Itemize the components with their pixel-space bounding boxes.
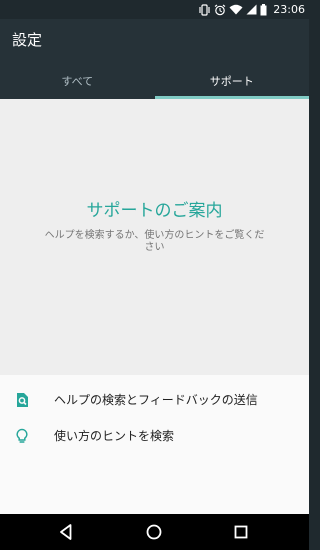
tab-support-label: サポート bbox=[209, 74, 254, 88]
list-item-tips[interactable]: 使い方のヒントを検索 bbox=[0, 418, 309, 454]
status-time: 23:06 bbox=[273, 3, 305, 16]
home-button[interactable] bbox=[144, 522, 164, 542]
wifi-icon bbox=[229, 4, 243, 15]
back-button[interactable] bbox=[56, 522, 76, 542]
cellular-icon bbox=[246, 4, 257, 15]
recents-icon bbox=[231, 525, 251, 546]
hero-subtitle: ヘルプを検索するか、使い方のヒントをご覧ください bbox=[44, 230, 265, 253]
navigation-bar bbox=[0, 514, 309, 550]
tab-all[interactable]: すべて bbox=[0, 62, 155, 99]
help-search-icon bbox=[14, 392, 30, 408]
support-list: ヘルプの検索とフィードバックの送信 使い方のヒントを検索 bbox=[0, 375, 309, 514]
recents-button[interactable] bbox=[231, 522, 251, 542]
page-title: 設定 bbox=[12, 31, 43, 49]
app-bar: 設定 すべて サポート bbox=[0, 19, 309, 99]
battery-icon bbox=[260, 3, 267, 16]
settings-screen: 23:06 設定 すべて サポート サポートのご案内 ヘルプを検索するか、使い方… bbox=[0, 0, 309, 550]
list-item-label: 使い方のヒントを検索 bbox=[54, 429, 175, 443]
vibrate-icon bbox=[198, 3, 211, 16]
lightbulb-icon bbox=[14, 428, 30, 444]
status-bar: 23:06 bbox=[0, 0, 309, 19]
home-icon bbox=[144, 524, 164, 546]
list-item-help-feedback[interactable]: ヘルプの検索とフィードバックの送信 bbox=[0, 382, 309, 418]
alarm-icon bbox=[214, 4, 226, 16]
tab-bar: すべて サポート bbox=[0, 62, 309, 99]
back-icon bbox=[56, 524, 76, 546]
tab-support[interactable]: サポート bbox=[155, 62, 310, 99]
list-item-label: ヘルプの検索とフィードバックの送信 bbox=[54, 393, 258, 407]
status-icons: 23:06 bbox=[198, 0, 305, 19]
support-hero: サポートのご案内 ヘルプを検索するか、使い方のヒントをご覧ください bbox=[0, 99, 309, 375]
tab-all-label: すべて bbox=[61, 74, 94, 88]
hero-title: サポートのご案内 bbox=[86, 201, 223, 221]
